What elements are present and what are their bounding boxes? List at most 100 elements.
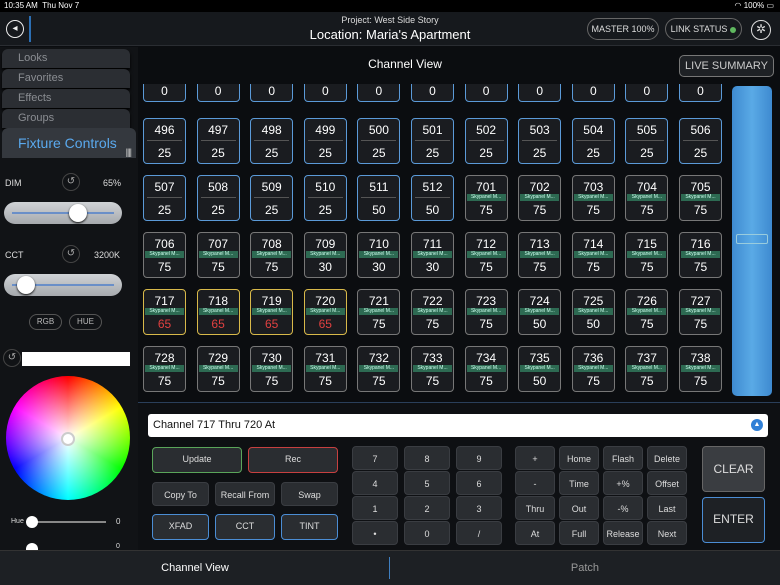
level-fader[interactable]	[732, 86, 772, 396]
release-button[interactable]: Release	[603, 521, 643, 545]
channel-cell[interactable]: 503 25	[518, 118, 562, 164]
channel-cell[interactable]: 732 Skypanel M... 75	[357, 346, 401, 392]
channel-cell[interactable]: 728 Skypanel M... 75	[143, 346, 186, 392]
plus-percent-button[interactable]: +%	[603, 471, 643, 495]
channel-cell[interactable]: 734 Skypanel M... 75	[464, 346, 508, 392]
back-icon[interactable]: ◂	[6, 20, 24, 38]
out-button[interactable]: Out	[559, 496, 599, 520]
channel-cell[interactable]: 497 25	[196, 118, 240, 164]
level-fader-handle[interactable]	[736, 234, 768, 244]
clear-button[interactable]: CLEAR	[702, 446, 765, 492]
channel-cell[interactable]: 724 Skypanel M... 50	[518, 289, 562, 335]
channel-cell[interactable]: 710 Skypanel M... 30	[357, 232, 401, 278]
channel-cell[interactable]: 735 Skypanel M... 50	[518, 346, 562, 392]
home-button[interactable]: Home	[559, 446, 599, 470]
channel-cell[interactable]: 723 Skypanel M... 75	[464, 289, 508, 335]
offset-button[interactable]: Offset	[647, 471, 687, 495]
channel-cell[interactable]: 0	[303, 84, 347, 102]
last-button[interactable]: Last	[647, 496, 687, 520]
copy-to-button[interactable]: Copy To	[152, 482, 209, 506]
channel-cell[interactable]: 708 Skypanel M... 75	[250, 232, 294, 278]
tab-groups[interactable]: Groups	[2, 109, 130, 128]
cct-button[interactable]: CCT	[215, 514, 275, 540]
channel-cell[interactable]: 0	[411, 84, 454, 102]
enter-button[interactable]: ENTER	[702, 497, 765, 543]
next-button[interactable]: Next	[647, 521, 687, 545]
channel-cell[interactable]: 706 Skypanel M... 75	[143, 232, 186, 278]
channel-cell[interactable]: 506 25	[679, 118, 722, 164]
channel-cell[interactable]: 511 50	[357, 175, 401, 221]
channel-cell[interactable]: 721 Skypanel M... 75	[357, 289, 401, 335]
channel-cell[interactable]: 738 Skypanel M... 75	[679, 346, 722, 392]
channel-cell[interactable]: 720 Skypanel M... 65	[303, 289, 347, 335]
channel-cell[interactable]: 717 Skypanel M... 65	[143, 289, 186, 335]
tint-button[interactable]: TINT	[281, 514, 338, 540]
keypad-0[interactable]: 0	[404, 521, 450, 545]
update-button[interactable]: Update	[152, 447, 242, 473]
channel-cell[interactable]: 716 Skypanel M... 75	[679, 232, 722, 278]
at-button[interactable]: At	[515, 521, 555, 545]
channel-cell[interactable]: 0	[464, 84, 508, 102]
channel-cell[interactable]: 704 Skypanel M... 75	[625, 175, 669, 221]
channel-cell[interactable]: 0	[518, 84, 562, 102]
tab-looks[interactable]: Looks	[2, 49, 130, 68]
color-wheel-selector[interactable]	[61, 432, 75, 446]
channel-cell[interactable]: 499 25	[303, 118, 347, 164]
dim-reset-icon[interactable]: ↺	[62, 173, 80, 191]
cct-reset-icon[interactable]: ↺	[62, 245, 80, 263]
keypad-9[interactable]: 9	[456, 446, 502, 470]
cct-slider-knob[interactable]	[17, 276, 35, 294]
channel-cell[interactable]: 498 25	[250, 118, 294, 164]
channel-cell[interactable]: 510 25	[303, 175, 347, 221]
link-status-button[interactable]: LINK STATUS	[665, 18, 742, 40]
tab-effects[interactable]: Effects	[2, 89, 130, 108]
bottom-tab-patch[interactable]: Patch	[390, 551, 780, 585]
keypad-4[interactable]: 4	[352, 471, 398, 495]
settings-gear-icon[interactable]: ✲	[751, 20, 771, 40]
keypad-slash[interactable]: /	[456, 521, 502, 545]
channel-cell[interactable]: 729 Skypanel M... 75	[196, 346, 240, 392]
thru-button[interactable]: Thru	[515, 496, 555, 520]
channel-cell[interactable]: 701 Skypanel M... 75	[464, 175, 508, 221]
channel-cell[interactable]: 718 Skypanel M... 65	[196, 289, 240, 335]
drag-handle-icon[interactable]: ||||	[126, 137, 132, 167]
cct-slider[interactable]	[4, 274, 122, 296]
flash-button[interactable]: Flash	[603, 446, 643, 470]
channel-cell[interactable]: 508 25	[196, 175, 240, 221]
bottom-tab-channel-view[interactable]: Channel View	[0, 551, 390, 585]
channel-cell[interactable]: 0	[196, 84, 240, 102]
channel-cell[interactable]: 501 25	[411, 118, 454, 164]
master-button[interactable]: MASTER 100%	[587, 18, 659, 40]
channel-cell[interactable]: 715 Skypanel M... 75	[625, 232, 669, 278]
channel-cell[interactable]: 731 Skypanel M... 75	[303, 346, 347, 392]
channel-cell[interactable]: 703 Skypanel M... 75	[571, 175, 615, 221]
channel-cell[interactable]: 736 Skypanel M... 75	[571, 346, 615, 392]
channel-cell[interactable]: 711 Skypanel M... 30	[411, 232, 454, 278]
command-line-input[interactable]: Channel 717 Thru 720 At ▲	[148, 414, 768, 437]
channel-cell[interactable]: 702 Skypanel M... 75	[518, 175, 562, 221]
full-button[interactable]: Full	[559, 521, 599, 545]
minus-percent-button[interactable]: -%	[603, 496, 643, 520]
channel-cell[interactable]: 505 25	[625, 118, 669, 164]
channel-cell[interactable]: 709 Skypanel M... 30	[303, 232, 347, 278]
keypad-dot[interactable]: •	[352, 521, 398, 545]
channel-cell[interactable]: 707 Skypanel M... 75	[196, 232, 240, 278]
keypad-2[interactable]: 2	[404, 496, 450, 520]
rec-button[interactable]: Rec	[248, 447, 338, 473]
delete-button[interactable]: Delete	[647, 446, 687, 470]
xfad-button[interactable]: XFAD	[152, 514, 209, 540]
channel-cell[interactable]: 509 25	[250, 175, 294, 221]
channel-cell[interactable]: 719 Skypanel M... 65	[250, 289, 294, 335]
hue-button[interactable]: HUE	[69, 314, 102, 330]
channel-cell[interactable]: 512 50	[411, 175, 454, 221]
keypad-1[interactable]: 1	[352, 496, 398, 520]
channel-cell[interactable]: 0	[571, 84, 615, 102]
tab-fixture-controls[interactable]: Fixture Controls ||||	[2, 128, 136, 158]
channel-cell[interactable]: 496 25	[143, 118, 186, 164]
keypad-8[interactable]: 8	[404, 446, 450, 470]
keypad-3[interactable]: 3	[456, 496, 502, 520]
dim-slider[interactable]	[4, 202, 122, 224]
swap-button[interactable]: Swap	[281, 482, 338, 506]
channel-cell[interactable]: 0	[625, 84, 669, 102]
keypad-5[interactable]: 5	[404, 471, 450, 495]
